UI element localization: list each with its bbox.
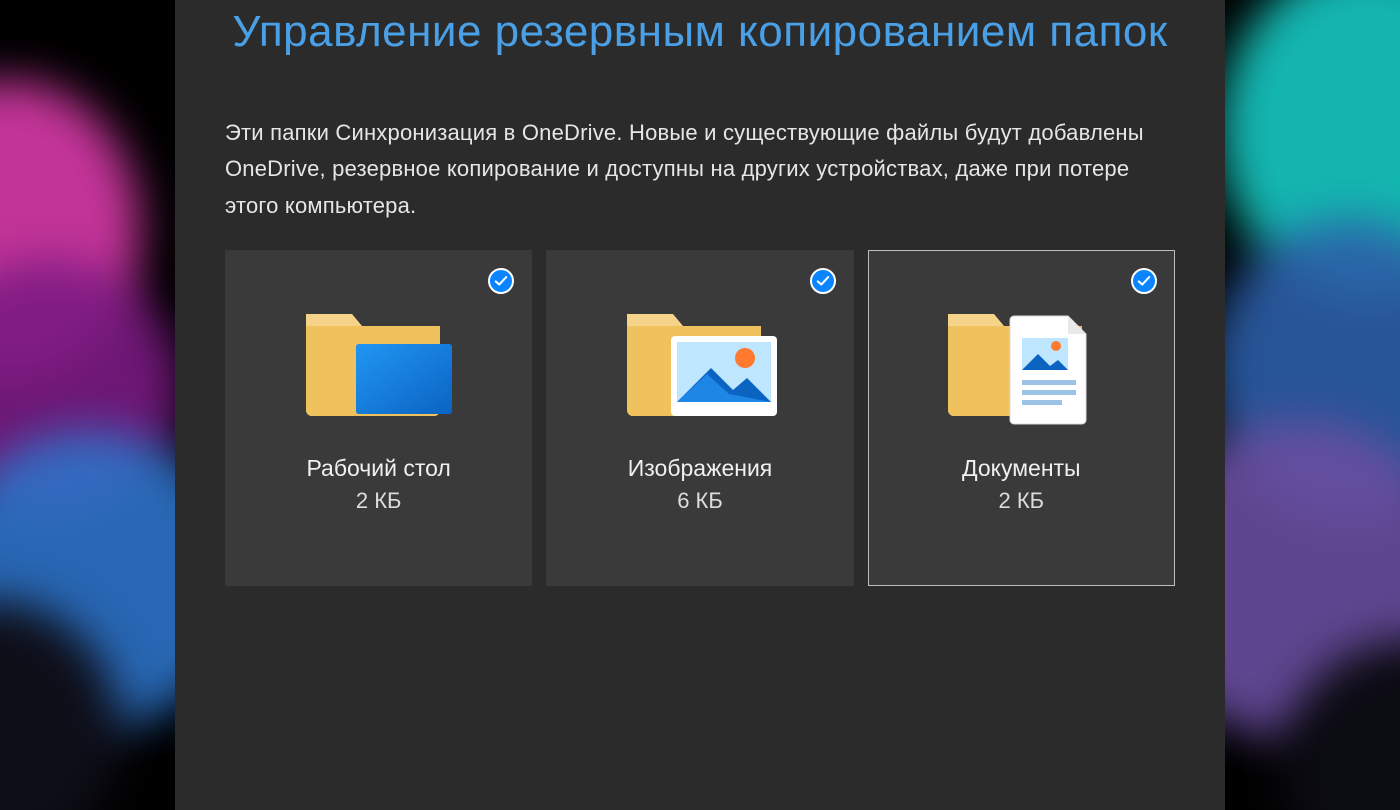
folder-name-label: Рабочий стол [306, 455, 450, 482]
desktop-folder-icon [294, 281, 464, 441]
folder-card-pictures[interactable]: Изображения 6 КБ [546, 250, 853, 586]
folder-name-label: Документы [962, 455, 1081, 482]
folder-size-label: 2 КБ [999, 488, 1045, 514]
folder-name-label: Изображения [628, 455, 773, 482]
checkmark-icon [810, 268, 836, 294]
folder-size-label: 6 КБ [677, 488, 723, 514]
dialog-title: Управление резервным копированием папок [225, 4, 1175, 59]
folder-cards-row: Рабочий стол 2 КБ Изображения 6 КБ [225, 250, 1175, 586]
folder-card-documents[interactable]: Документы 2 КБ [868, 250, 1175, 586]
wallpaper-left [0, 0, 190, 810]
wallpaper-right [1210, 0, 1400, 810]
pictures-folder-icon [615, 281, 785, 441]
folder-size-label: 2 КБ [356, 488, 402, 514]
checkmark-icon [1131, 268, 1157, 294]
backup-folders-dialog: Управление резервным копированием папок … [175, 0, 1225, 810]
dialog-description: Эти папки Синхронизация в OneDrive. Новы… [225, 115, 1175, 224]
checkmark-icon [488, 268, 514, 294]
documents-folder-icon [936, 281, 1106, 441]
folder-card-desktop[interactable]: Рабочий стол 2 КБ [225, 250, 532, 586]
